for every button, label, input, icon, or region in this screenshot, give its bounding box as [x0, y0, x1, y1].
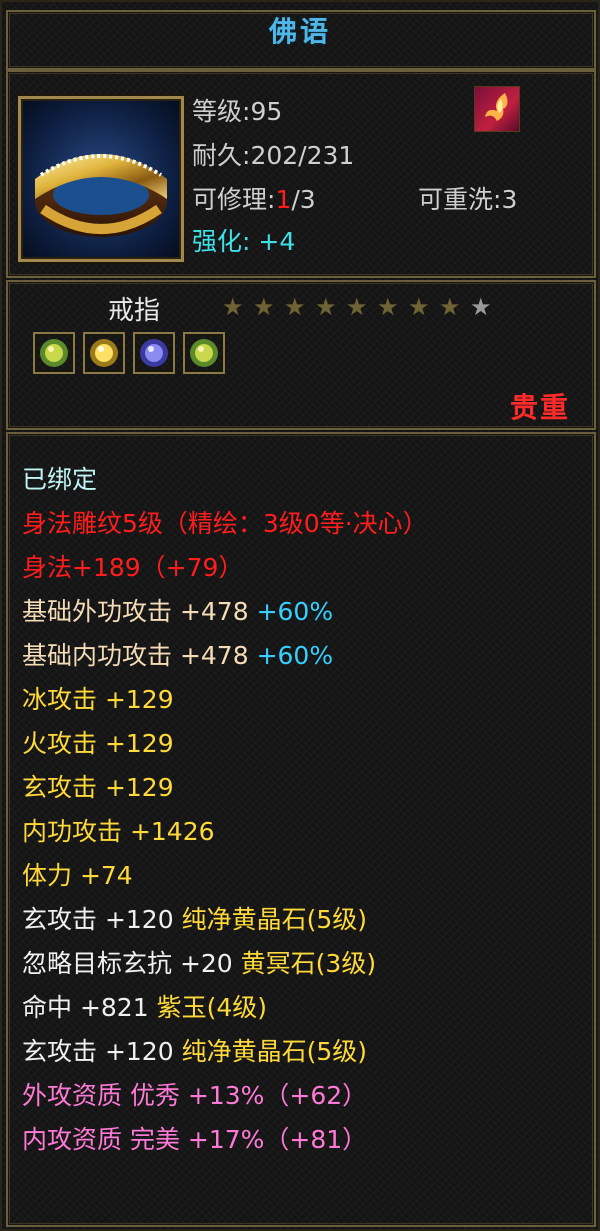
green-gem-icon: [40, 339, 68, 367]
stat-text: 纯净黄晶石(5级): [181, 905, 367, 934]
stat-text: 基础内功攻击 +478: [22, 641, 257, 670]
stat-line: 冰攻击 +129: [22, 680, 174, 716]
gem-slot-1[interactable]: [33, 332, 75, 374]
star-filled-icon: ★: [408, 293, 430, 321]
stat-text: 内功攻击 +1426: [22, 817, 215, 846]
stat-text: 身法+189（+79）: [22, 553, 244, 582]
star-filled-icon: ★: [346, 293, 368, 321]
star-filled-icon: ★: [253, 293, 275, 321]
stat-line: 基础外功攻击 +478 +60%: [22, 592, 333, 628]
stat-line: 外攻资质 优秀 +13%（+62）: [22, 1076, 367, 1112]
stat-text: +60%: [256, 641, 334, 670]
stat-text: 紫玉(4级): [156, 993, 267, 1022]
star-empty-icon: ★: [470, 293, 492, 321]
stat-text: 纯净黄晶石(5级): [181, 1037, 367, 1066]
ring-icon: [35, 154, 167, 237]
stat-text: 玄攻击 +120: [22, 1037, 182, 1066]
level-line: 等级:95: [192, 92, 282, 128]
star-filled-icon: ★: [377, 293, 399, 321]
enhance-line: 强化: +4: [192, 222, 295, 258]
stat-text: 内攻资质 完美 +17%（+81）: [22, 1125, 368, 1154]
stat-line: 忽略目标玄抗 +20 黄冥石(3级): [22, 944, 376, 980]
stat-line: 火攻击 +129: [22, 724, 174, 760]
stat-text: 玄攻击 +129: [22, 773, 174, 802]
durability-label: 耐久: [192, 141, 243, 170]
stat-line: 内攻资质 完美 +17%（+81）: [22, 1120, 367, 1156]
durability-line: 耐久:202/231: [192, 136, 354, 172]
star-rating: ★ ★ ★ ★ ★ ★ ★ ★ ★: [222, 292, 501, 322]
stat-line: 玄攻击 +120 纯净黄晶石(5级): [22, 1032, 367, 1068]
stat-text: 外攻资质 优秀 +13%（+62）: [22, 1081, 368, 1110]
stat-line: 基础内功攻击 +478 +60%: [22, 636, 333, 672]
stat-line: 命中 +821 紫玉(4级): [22, 988, 267, 1024]
star-filled-icon: ★: [222, 293, 244, 321]
stat-text: 火攻击 +129: [22, 729, 174, 758]
repair-total: /3: [291, 185, 316, 214]
stat-text: 已绑定: [22, 465, 98, 494]
stat-text: 玄攻击 +120: [22, 905, 182, 934]
enhance-value: +4: [258, 227, 296, 256]
flame-phoenix-glyph: [485, 93, 508, 121]
flame-phoenix-icon[interactable]: [474, 86, 520, 132]
gem-slot-4[interactable]: [183, 332, 225, 374]
rarity-label: 贵重: [509, 391, 570, 424]
stat-line: 体力 +74: [22, 856, 133, 892]
enhance-label: 强化:: [192, 227, 251, 256]
yellow-gem-icon: [90, 339, 118, 367]
stat-text: 体力 +74: [22, 861, 133, 890]
star-filled-icon: ★: [439, 293, 461, 321]
repair-label: 可修理:: [192, 185, 276, 214]
stat-text: 命中 +821: [22, 993, 157, 1022]
gem-slot-2[interactable]: [83, 332, 125, 374]
item-title: 佛语: [268, 15, 331, 48]
stat-text: 黄冥石(3级): [240, 949, 377, 978]
item-icon-frame: [18, 96, 184, 262]
stat-line: 身法雕纹5级（精绘：3级0等·决心）: [22, 504, 428, 540]
stat-line: 已绑定: [22, 460, 97, 496]
stat-text: 身法雕纹5级（精绘：3级0等·决心）: [22, 509, 428, 538]
rewash-label: 可重洗:: [418, 185, 502, 214]
stat-line: 玄攻击 +120 纯净黄晶石(5级): [22, 900, 367, 936]
green-gem-icon: [190, 339, 218, 367]
rewash-line: 可重洗:3: [418, 180, 517, 216]
stat-text: +60%: [256, 597, 334, 626]
stat-line: 内功攻击 +1426: [22, 812, 215, 848]
purple-gem-icon: [140, 339, 168, 367]
repair-line: 可修理:1/3: [192, 180, 316, 216]
stat-text: 忽略目标玄抗 +20: [22, 949, 241, 978]
star-filled-icon: ★: [315, 293, 337, 321]
stat-text: 基础外功攻击 +478: [22, 597, 257, 626]
star-filled-icon: ★: [284, 293, 306, 321]
stat-line: 玄攻击 +129: [22, 768, 174, 804]
level-label: 等级: [192, 97, 243, 126]
stat-line: 身法+189（+79）: [22, 548, 243, 584]
level-value: :95: [242, 97, 283, 126]
durability-value: :202/231: [242, 141, 355, 170]
stat-text: 冰攻击 +129: [22, 685, 174, 714]
rewash-value: 3: [501, 185, 518, 214]
item-tooltip: 佛语 等级:95 耐久:202/231 可修理:1/3 可重洗:3 强化: +4…: [0, 0, 600, 1231]
item-name: 戒指: [108, 296, 161, 326]
repair-current: 1: [275, 185, 292, 214]
gem-slot-3[interactable]: [133, 332, 175, 374]
